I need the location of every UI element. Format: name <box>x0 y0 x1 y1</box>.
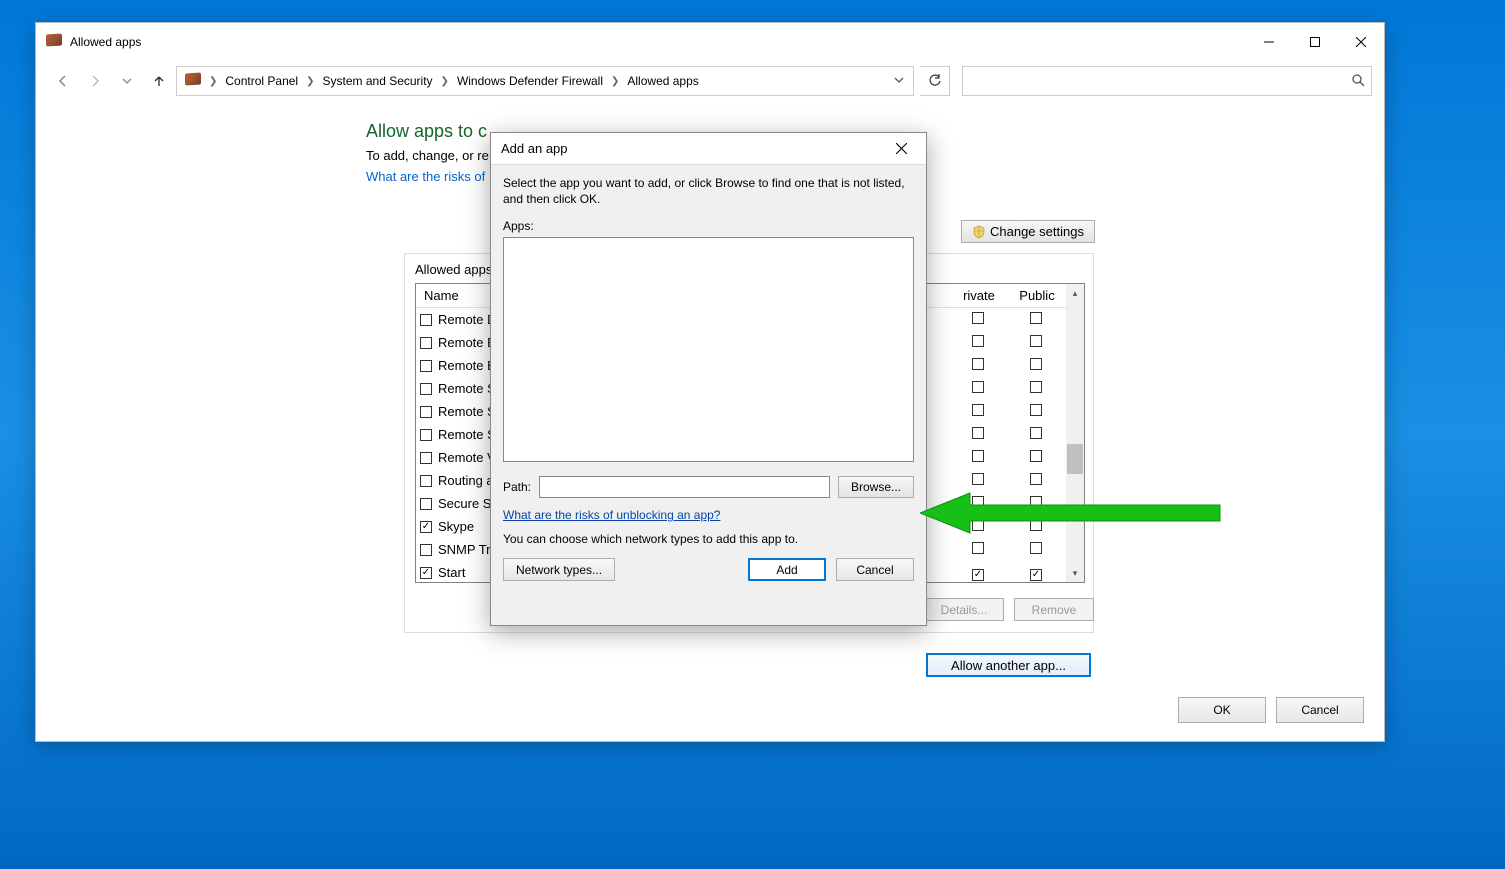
row-checkbox[interactable] <box>420 429 432 441</box>
scroll-down-button[interactable]: ▾ <box>1066 564 1084 582</box>
search-input[interactable] <box>962 66 1372 96</box>
private-checkbox[interactable] <box>950 473 1008 488</box>
browse-button[interactable]: Browse... <box>838 476 914 498</box>
row-checkbox[interactable] <box>420 360 432 372</box>
change-settings-label: Change settings <box>990 224 1084 239</box>
dialog-instruction: Select the app you want to add, or click… <box>503 175 914 207</box>
navbar: ❯ Control Panel ❯ System and Security ❯ … <box>36 61 1384 101</box>
public-checkbox[interactable] <box>1008 358 1066 373</box>
ok-button[interactable]: OK <box>1178 697 1266 723</box>
allow-another-app-button[interactable]: Allow another app... <box>926 653 1091 677</box>
public-checkbox[interactable] <box>1008 473 1066 488</box>
public-checkbox[interactable] <box>1008 496 1066 511</box>
row-checkbox[interactable] <box>420 498 432 510</box>
private-checkbox[interactable] <box>950 519 1008 534</box>
dialog-title: Add an app <box>501 141 568 156</box>
chevron-right-icon[interactable]: ❯ <box>439 76 451 87</box>
dialog-cancel-button[interactable]: Cancel <box>836 558 914 581</box>
public-checkbox[interactable] <box>1008 335 1066 350</box>
row-checkbox[interactable] <box>420 475 432 487</box>
recent-dropdown[interactable] <box>112 66 142 96</box>
cancel-button[interactable]: Cancel <box>1276 697 1364 723</box>
crumb-system-security[interactable]: System and Security <box>319 72 437 90</box>
risks-unblocking-link[interactable]: What are the risks of unblocking an app? <box>503 508 914 522</box>
minimize-button[interactable] <box>1246 27 1292 57</box>
details-button[interactable]: Details... <box>924 598 1004 621</box>
crumb-defender-firewall[interactable]: Windows Defender Firewall <box>453 72 607 90</box>
titlebar: Allowed apps <box>36 23 1384 61</box>
change-settings-button[interactable]: Change settings <box>961 220 1095 243</box>
row-checkbox[interactable] <box>420 544 432 556</box>
scrollbar[interactable]: ▴ ▾ <box>1066 284 1084 582</box>
footer-buttons: OK Cancel <box>1178 697 1364 723</box>
private-checkbox[interactable] <box>950 335 1008 350</box>
public-checkbox[interactable] <box>1008 565 1066 581</box>
private-checkbox[interactable] <box>950 358 1008 373</box>
refresh-button[interactable] <box>920 66 950 96</box>
dialog-close-button[interactable] <box>886 137 916 161</box>
public-checkbox[interactable] <box>1008 404 1066 419</box>
up-button[interactable] <box>144 66 174 96</box>
window-title: Allowed apps <box>70 35 141 49</box>
apps-listbox[interactable] <box>503 237 914 462</box>
col-private[interactable]: rivate <box>950 284 1008 307</box>
breadcrumb[interactable]: ❯ Control Panel ❯ System and Security ❯ … <box>176 66 914 96</box>
row-checkbox[interactable] <box>420 567 432 579</box>
chevron-right-icon[interactable]: ❯ <box>304 76 316 87</box>
private-checkbox[interactable] <box>950 496 1008 511</box>
chevron-right-icon[interactable]: ❯ <box>207 76 219 87</box>
firewall-icon <box>46 34 62 50</box>
row-checkbox[interactable] <box>420 406 432 418</box>
private-checkbox[interactable] <box>950 450 1008 465</box>
public-checkbox[interactable] <box>1008 519 1066 534</box>
back-button[interactable] <box>48 66 78 96</box>
crumb-control-panel[interactable]: Control Panel <box>221 72 302 90</box>
private-checkbox[interactable] <box>950 404 1008 419</box>
dialog-body: Select the app you want to add, or click… <box>491 165 926 625</box>
add-an-app-dialog: Add an app Select the app you want to ad… <box>490 132 927 626</box>
row-checkbox[interactable] <box>420 337 432 349</box>
maximize-button[interactable] <box>1292 27 1338 57</box>
close-button[interactable] <box>1338 27 1384 57</box>
dialog-titlebar: Add an app <box>491 133 926 165</box>
public-checkbox[interactable] <box>1008 381 1066 396</box>
private-checkbox[interactable] <box>950 312 1008 327</box>
chevron-right-icon[interactable]: ❯ <box>609 76 621 87</box>
search-icon <box>1351 73 1365 90</box>
row-checkbox[interactable] <box>420 521 432 533</box>
scroll-up-button[interactable]: ▴ <box>1066 284 1084 302</box>
col-public[interactable]: Public <box>1008 284 1066 307</box>
row-checkbox[interactable] <box>420 452 432 464</box>
private-checkbox[interactable] <box>950 427 1008 442</box>
network-types-button[interactable]: Network types... <box>503 558 615 581</box>
public-checkbox[interactable] <box>1008 312 1066 327</box>
shield-icon <box>972 225 986 239</box>
crumb-allowed-apps[interactable]: Allowed apps <box>623 72 702 90</box>
private-checkbox[interactable] <box>950 381 1008 396</box>
path-input[interactable] <box>539 476 830 498</box>
private-checkbox[interactable] <box>950 542 1008 557</box>
scroll-thumb[interactable] <box>1067 444 1083 474</box>
firewall-icon <box>185 73 201 89</box>
remove-button[interactable]: Remove <box>1014 598 1094 621</box>
row-checkbox[interactable] <box>420 383 432 395</box>
apps-label: Apps: <box>503 219 914 233</box>
add-button[interactable]: Add <box>748 558 826 581</box>
forward-button[interactable] <box>80 66 110 96</box>
path-label: Path: <box>503 480 531 494</box>
breadcrumb-dropdown[interactable] <box>889 74 909 88</box>
public-checkbox[interactable] <box>1008 542 1066 557</box>
public-checkbox[interactable] <box>1008 450 1066 465</box>
public-checkbox[interactable] <box>1008 427 1066 442</box>
network-types-note: You can choose which network types to ad… <box>503 532 914 546</box>
private-checkbox[interactable] <box>950 565 1008 581</box>
row-checkbox[interactable] <box>420 314 432 326</box>
